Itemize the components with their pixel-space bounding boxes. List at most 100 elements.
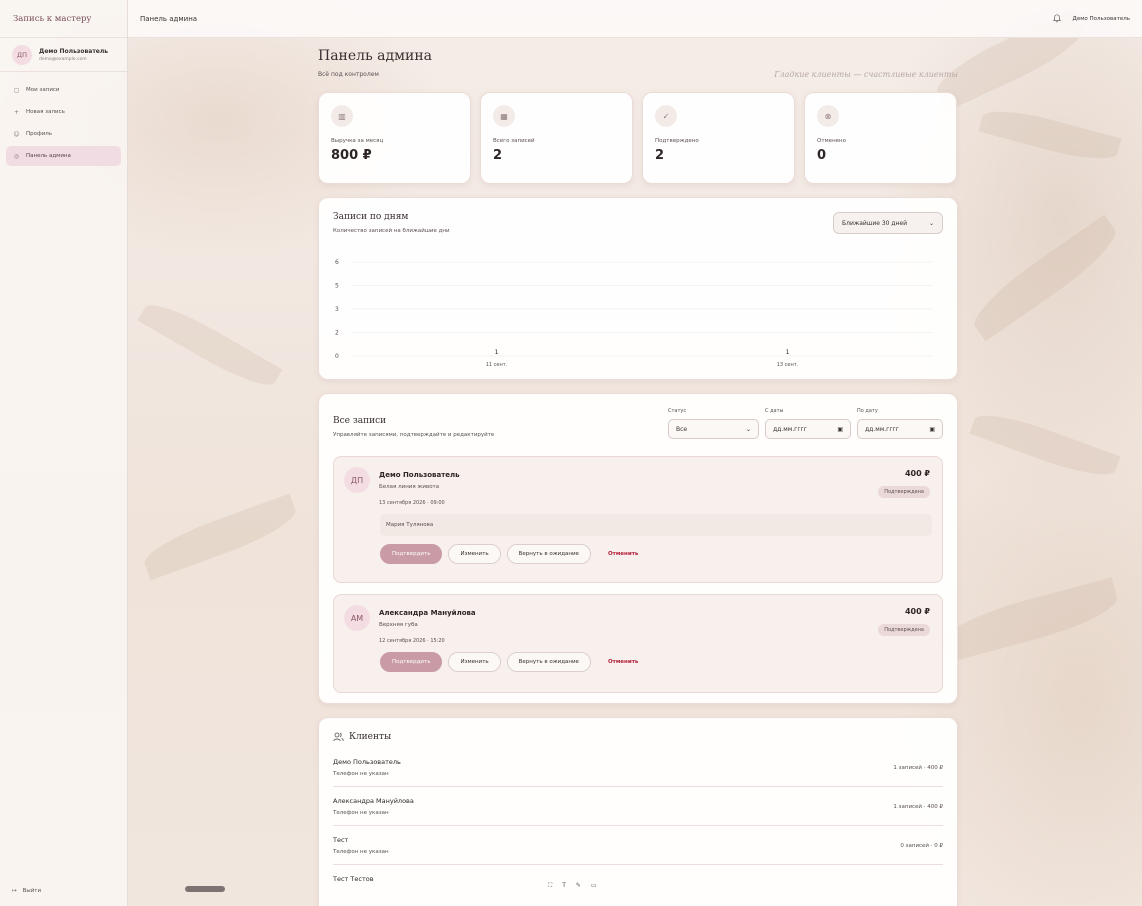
avatar: ДП bbox=[344, 467, 370, 493]
user-icon: ☺ bbox=[13, 130, 20, 138]
calendar-icon[interactable]: ▣ bbox=[929, 426, 935, 433]
main-content: Панель админа Всё под контролем Гладкие … bbox=[318, 48, 958, 906]
record-date: 13 сентября 2026 · 09:00 bbox=[379, 500, 445, 506]
sidebar: Запись к мастеру ДП Демо Пользователь de… bbox=[0, 0, 128, 906]
chevron-down-icon: ⌄ bbox=[745, 425, 751, 433]
records-filters: Статус Все ⌄ С даты дд.мм.гггг ▣ По дату… bbox=[668, 408, 943, 439]
range-select-value: Ближайшие 30 дней bbox=[842, 219, 908, 227]
y-tick-label: 3 bbox=[335, 306, 339, 313]
screenshot-icon[interactable]: ⛶ bbox=[548, 882, 552, 890]
sidebar-item-admin[interactable]: ◎ Панель админа bbox=[6, 146, 121, 166]
cancel-button[interactable]: Отменить bbox=[597, 544, 649, 564]
text-icon[interactable]: T bbox=[562, 882, 566, 890]
status-filter-select[interactable]: Все ⌄ bbox=[668, 419, 759, 439]
x-circle-icon: ⊗ bbox=[817, 105, 839, 127]
sidebar-item-label: Панель админа bbox=[26, 153, 71, 159]
client-row[interactable]: Демо Пользователь Телефон не указан 1 за… bbox=[333, 748, 943, 787]
records-card: Все записи Управляйте записями, подтверж… bbox=[318, 393, 958, 704]
tagline: Гладкие клиенты — счастливые клиенты bbox=[774, 70, 958, 79]
chevron-down-icon: ⌄ bbox=[928, 219, 934, 227]
edit-button[interactable]: Изменить bbox=[448, 544, 501, 564]
comment-icon[interactable]: ▭ bbox=[591, 882, 597, 890]
return-pending-button[interactable]: Вернуть в ожидание bbox=[506, 544, 591, 564]
client-name: Демо Пользователь bbox=[333, 758, 401, 766]
stat-label: Всего записей bbox=[493, 138, 535, 144]
sidebar-item-label: Профиль bbox=[26, 131, 53, 137]
status-filter-label: Статус bbox=[668, 408, 687, 414]
topbar-user[interactable]: Демо Пользователь bbox=[1073, 16, 1130, 22]
y-tick-label: 2 bbox=[335, 330, 339, 337]
confirm-button[interactable]: Подтвердить bbox=[380, 544, 443, 564]
edit-button[interactable]: Изменить bbox=[448, 652, 501, 672]
status-filter-value: Все bbox=[676, 425, 688, 433]
client-phone: Телефон не указан bbox=[333, 810, 389, 816]
stat-value: 2 bbox=[655, 148, 665, 163]
y-tick-label: 6 bbox=[335, 259, 339, 266]
stat-value: 800 ₽ bbox=[331, 148, 372, 163]
clients-title: Клиенты bbox=[349, 732, 392, 742]
record-price: 400 ₽ bbox=[904, 607, 930, 616]
client-row[interactable]: Тест Тестов bbox=[333, 865, 943, 892]
floating-toolbar: ⛶ T ✎ ▭ bbox=[548, 882, 597, 890]
sidebar-item-new-record[interactable]: + Новая запись bbox=[6, 102, 121, 122]
plus-icon: + bbox=[13, 108, 20, 116]
date-from-input[interactable]: дд.мм.гггг ▣ bbox=[765, 419, 851, 439]
calendar-icon[interactable]: ▣ bbox=[837, 426, 843, 433]
date-to-input[interactable]: дд.мм.гггг ▣ bbox=[857, 419, 943, 439]
calendar-icon: ▢ bbox=[13, 86, 20, 94]
bar-data-label: 1 bbox=[495, 349, 499, 356]
bell-icon[interactable] bbox=[1052, 14, 1061, 23]
chart-icon: ▥ bbox=[331, 105, 353, 127]
sidebar-item-label: Мои записи bbox=[26, 87, 60, 93]
client-stats: 1 записей · 400 ₽ bbox=[893, 803, 943, 810]
x-tick-label: 11 сент. bbox=[486, 362, 508, 368]
logout-label: Выйти bbox=[22, 888, 42, 894]
date-from-label: С даты bbox=[765, 408, 784, 414]
page-subtitle: Всё под контролем bbox=[318, 71, 379, 78]
record-note: Мария Тулянова bbox=[380, 514, 932, 536]
date-to-label: По дату bbox=[857, 408, 878, 414]
record-price: 400 ₽ bbox=[904, 469, 930, 478]
client-name: Александра Мануйлова bbox=[333, 797, 414, 805]
client-stats: 0 записей · 0 ₽ bbox=[900, 842, 943, 849]
stat-label: Подтверждено bbox=[655, 138, 699, 144]
shield-icon: ◎ bbox=[13, 152, 20, 160]
record-card: АМ Александра Мануйлова Верхняя губа 12 … bbox=[333, 594, 943, 693]
return-pending-button[interactable]: Вернуть в ожидание bbox=[506, 652, 591, 672]
range-select[interactable]: Ближайшие 30 дней ⌄ bbox=[833, 212, 943, 234]
stat-card-confirmed: ✓ Подтверждено 2 bbox=[642, 92, 795, 184]
user-card: ДП Демо Пользователь demo@example.com bbox=[0, 38, 127, 72]
confirm-button[interactable]: Подтвердить bbox=[380, 652, 443, 672]
client-row[interactable]: Александра Мануйлова Телефон не указан 1… bbox=[333, 787, 943, 826]
client-phone: Телефон не указан bbox=[333, 849, 389, 855]
logout-button[interactable]: ↦ Выйти bbox=[12, 888, 41, 894]
user-email: demo@example.com bbox=[39, 56, 87, 62]
sidebar-item-profile[interactable]: ☺ Профиль bbox=[6, 124, 121, 144]
pen-icon[interactable]: ✎ bbox=[576, 882, 581, 890]
topbar: Панель админа Демо Пользователь bbox=[128, 0, 1142, 38]
clients-card: Клиенты Демо Пользователь Телефон не ука… bbox=[318, 717, 958, 906]
record-card: ДП Демо Пользователь Белая линия живота … bbox=[333, 456, 943, 583]
clients-header: Клиенты bbox=[333, 732, 943, 742]
y-tick-label: 5 bbox=[335, 283, 339, 290]
client-phone: Телефон не указан bbox=[333, 771, 389, 777]
brand-title[interactable]: Запись к мастеру bbox=[0, 0, 127, 38]
y-tick-label: 0 bbox=[335, 353, 339, 360]
record-service: Белая линия живота bbox=[379, 484, 440, 490]
record-client-name: Демо Пользователь bbox=[379, 471, 460, 479]
record-service: Верхняя губа bbox=[379, 622, 418, 628]
cancel-button[interactable]: Отменить bbox=[597, 652, 649, 672]
date-to-value: дд.мм.гггг bbox=[865, 425, 899, 433]
avatar: АМ bbox=[344, 605, 370, 631]
date-from-value: дд.мм.гггг bbox=[773, 425, 807, 433]
client-stats: 1 записей · 400 ₽ bbox=[893, 764, 943, 771]
sidebar-item-label: Новая запись bbox=[26, 109, 65, 115]
client-name: Тест bbox=[333, 836, 349, 844]
sidebar-item-my-records[interactable]: ▢ Мои записи bbox=[6, 80, 121, 100]
client-row[interactable]: Тест Телефон не указан 0 записей · 0 ₽ bbox=[333, 826, 943, 865]
bar-data-label: 1 bbox=[786, 349, 790, 356]
stat-value: 0 bbox=[817, 148, 827, 163]
topbar-title: Панель админа bbox=[140, 14, 198, 23]
logout-icon: ↦ bbox=[12, 888, 17, 894]
scroll-handle[interactable] bbox=[185, 886, 225, 892]
